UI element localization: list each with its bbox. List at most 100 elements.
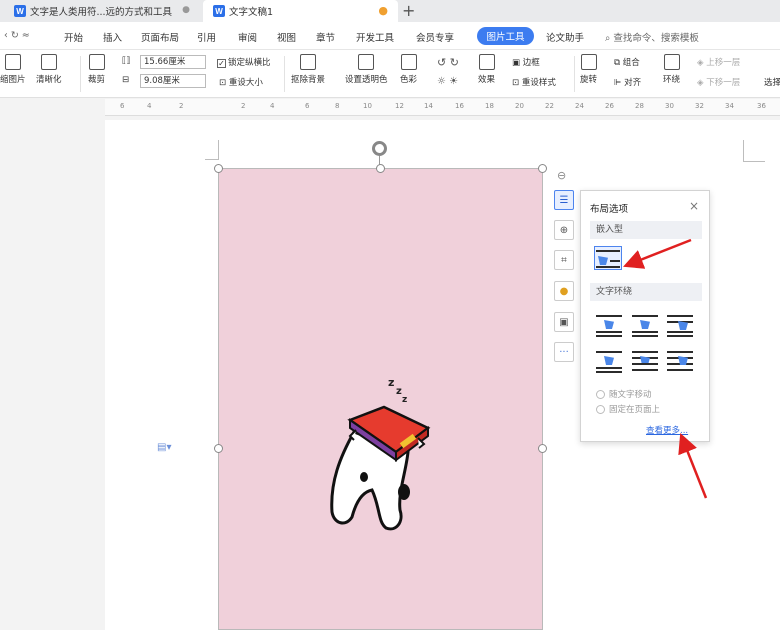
- tab-document-1[interactable]: W 文字是人类用符...远的方式和工具 ●: [0, 0, 200, 22]
- resize-handle[interactable]: [214, 444, 223, 453]
- radio-circle-icon: [596, 404, 605, 414]
- popup-title: 布局选项: [590, 204, 629, 215]
- menu-insert[interactable]: 插入: [103, 30, 122, 44]
- resize-handle[interactable]: [538, 164, 547, 173]
- picture-toolbar: 缩图片 清晰化 裁剪 ⟦⟧ 15.66厘米 ⊟ 9.08厘米 ✓ 锁定纵横比 ⊡ …: [0, 50, 780, 98]
- picture-glyph-icon: [640, 320, 650, 329]
- effects-button[interactable]: 效果: [478, 54, 495, 85]
- color-button[interactable]: 色彩: [400, 54, 417, 85]
- compress-label: 缩图片: [0, 75, 26, 85]
- lightbulb-icon[interactable]: ●: [554, 281, 574, 301]
- resize-handle[interactable]: [538, 444, 547, 453]
- crop-icon[interactable]: ⌗: [554, 250, 574, 270]
- wrap-icon: [663, 54, 680, 70]
- ruler-tick: 28: [635, 102, 644, 110]
- line: [596, 250, 620, 252]
- wrap-button[interactable]: 环绕: [663, 54, 680, 85]
- paragraph-handle-icon[interactable]: ▤▾: [157, 442, 171, 453]
- close-icon[interactable]: ●: [182, 5, 190, 15]
- bring-forward-button[interactable]: ◈ 上移一层: [697, 56, 740, 68]
- line: [632, 331, 658, 333]
- menu-member[interactable]: 会员专享: [416, 30, 454, 44]
- menu-page-layout[interactable]: 页面布局: [141, 30, 179, 44]
- layout-tight-option[interactable]: [631, 313, 659, 337]
- menu-references[interactable]: 引用: [197, 30, 216, 44]
- rotate-icon: [580, 54, 597, 70]
- align-button[interactable]: ⊫ 对齐: [614, 76, 641, 88]
- menu-review[interactable]: 审阅: [238, 30, 257, 44]
- rotate-handle-icon[interactable]: [372, 141, 387, 156]
- radio-circle-icon: [596, 389, 605, 399]
- menu-picture-tools[interactable]: 图片工具: [477, 27, 534, 45]
- menu-thesis-assistant[interactable]: 论文助手: [546, 30, 584, 44]
- layout-inline-option[interactable]: [594, 246, 622, 270]
- resize-handle[interactable]: [376, 164, 385, 173]
- sharpen-button[interactable]: 清晰化: [36, 54, 62, 85]
- layout-options-icon[interactable]: ☰: [554, 190, 574, 210]
- zoom-icon[interactable]: ⊕: [554, 220, 574, 240]
- rotate-icons[interactable]: ↺ ↻: [437, 56, 459, 69]
- ruler-tick: 2: [241, 102, 246, 110]
- line: [667, 351, 693, 353]
- divider: [574, 56, 575, 92]
- reset-size-button[interactable]: ⊡ 重设大小: [219, 76, 263, 88]
- rotate-button[interactable]: 旋转: [580, 54, 597, 85]
- compress-picture-button[interactable]: 缩图片: [0, 54, 26, 85]
- image-replace-icon[interactable]: ▣: [554, 312, 574, 332]
- ruler-tick: 30: [665, 102, 674, 110]
- fix-on-page-radio[interactable]: 固定在页面上: [596, 403, 660, 415]
- fix-on-page-label: 固定在页面上: [609, 405, 661, 415]
- line: [596, 335, 622, 337]
- line: [596, 315, 622, 317]
- send-backward-button[interactable]: ◈ 下移一层: [697, 76, 740, 88]
- ruler-tick: 4: [270, 102, 275, 110]
- layout-through-option[interactable]: [666, 313, 694, 337]
- menu-start[interactable]: 开始: [64, 30, 83, 44]
- height-field[interactable]: 9.08厘米: [140, 74, 206, 88]
- send-backward-label: 下移一层: [706, 78, 741, 88]
- picture-glyph-icon: [604, 320, 614, 329]
- menu-developer[interactable]: 开发工具: [356, 30, 394, 44]
- ruler-tick: 26: [605, 102, 614, 110]
- height-icon: ⊟: [122, 75, 130, 85]
- lock-ratio-checkbox[interactable]: ✓ 锁定纵横比: [217, 56, 271, 68]
- layout-top-bottom-option[interactable]: [595, 349, 623, 373]
- ruler-tick: 12: [395, 102, 404, 110]
- collapse-minus-icon[interactable]: ⊖: [557, 169, 566, 182]
- ruler-tick: 32: [695, 102, 704, 110]
- border-button[interactable]: ▣ 边框: [512, 56, 540, 68]
- layout-in-front-option[interactable]: [666, 349, 694, 373]
- reset-size-label: 重设大小: [228, 78, 263, 88]
- select-button[interactable]: 选择: [764, 76, 780, 88]
- margin-corner-mark: [205, 140, 219, 160]
- quick-access-icons[interactable]: ‹ ↻ ≈: [4, 30, 30, 41]
- canvas-margin: [0, 116, 105, 630]
- see-more-link[interactable]: 查看更多...: [646, 424, 688, 436]
- set-transparent-button[interactable]: 设置透明色: [345, 54, 388, 85]
- picture-glyph-icon: [604, 356, 614, 365]
- group-button[interactable]: ⧉ 组合: [614, 56, 640, 68]
- horizontal-ruler[interactable]: 6 4 2 2 4 6 8 10 12 14 16 18 20 22 24 26…: [105, 99, 780, 116]
- line: [667, 369, 693, 371]
- crop-button[interactable]: 裁剪: [88, 54, 105, 85]
- command-search[interactable]: ⌕ 查找命令、搜索模板: [605, 30, 699, 44]
- line: [632, 351, 658, 353]
- layout-behind-text-option[interactable]: [631, 349, 659, 373]
- tab-document-2[interactable]: W 文字文稿1 ●: [203, 0, 398, 22]
- move-with-text-radio[interactable]: 随文字移动: [596, 388, 652, 400]
- menu-view[interactable]: 视图: [277, 30, 296, 44]
- layout-square-option[interactable]: [595, 313, 623, 337]
- ruler-tick: 18: [485, 102, 494, 110]
- reset-style-button[interactable]: ⊡ 重设样式: [512, 76, 556, 88]
- width-field[interactable]: 15.66厘米: [140, 55, 206, 69]
- divider: [284, 56, 285, 92]
- brightness-icons[interactable]: ☼ ☀: [437, 76, 458, 87]
- remove-background-button[interactable]: 抠除背景: [291, 54, 325, 85]
- resize-handle[interactable]: [214, 164, 223, 173]
- more-icon[interactable]: ···: [554, 342, 574, 362]
- new-tab-plus-icon[interactable]: +: [402, 1, 415, 20]
- line: [667, 335, 693, 337]
- close-icon[interactable]: ×: [689, 199, 699, 213]
- menu-bar: ‹ ↻ ≈ 开始 插入 页面布局 引用 审阅 视图 章节 开发工具 会员专享 图…: [0, 22, 780, 50]
- menu-chapter[interactable]: 章节: [316, 30, 335, 44]
